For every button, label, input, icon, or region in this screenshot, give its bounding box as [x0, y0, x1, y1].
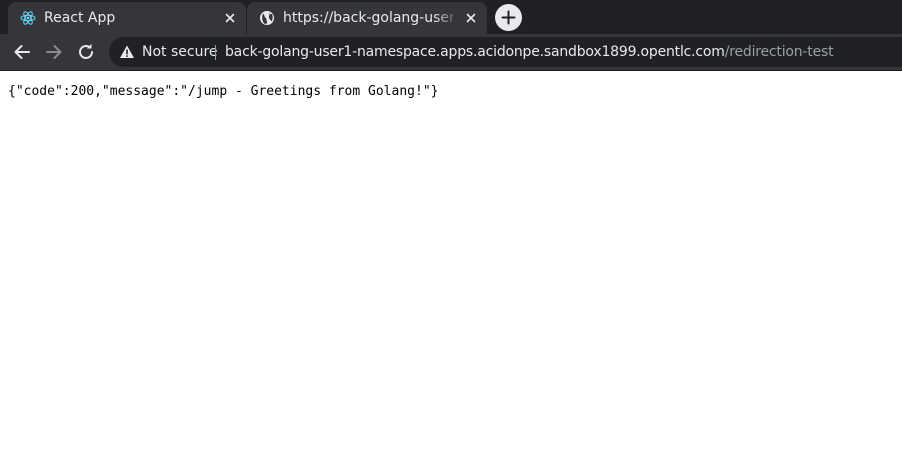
warning-icon[interactable] [119, 44, 135, 60]
new-tab-button[interactable] [495, 4, 522, 31]
reload-button[interactable] [74, 40, 98, 64]
browser-window: React App https://back-golang-user1-name… [0, 0, 902, 451]
forward-button[interactable] [42, 40, 66, 64]
react-logo-icon [20, 10, 36, 26]
tab-title: React App [44, 10, 116, 26]
page-content: {"code":200,"message":"/jump - Greetings… [0, 71, 902, 451]
plus-icon [501, 10, 516, 25]
arrow-left-icon [14, 45, 30, 59]
close-tab-icon[interactable] [222, 10, 238, 26]
tab-react-app[interactable]: React App [8, 2, 246, 34]
url-host: back-golang-user1-namespace.apps.acidonp… [225, 44, 725, 60]
json-response-text: {"code":200,"message":"/jump - Greetings… [8, 84, 439, 99]
tab-active-page[interactable]: https://back-golang-user1-namespace.apps… [247, 2, 487, 34]
back-button[interactable] [10, 40, 34, 64]
address-bar[interactable]: Not secure back-golang-user1-namespace.a… [109, 37, 902, 67]
divider [215, 45, 216, 60]
close-tab-icon[interactable] [463, 10, 479, 26]
globe-icon [259, 10, 275, 26]
url-text[interactable]: back-golang-user1-namespace.apps.acidonp… [225, 43, 834, 61]
url-path: /redirection-test [724, 44, 834, 60]
toolbar: Not secure back-golang-user1-namespace.a… [0, 34, 902, 71]
not-secure-label[interactable]: Not secure [142, 43, 218, 61]
tab-strip: React App https://back-golang-user1-name… [0, 0, 902, 34]
reload-icon [79, 43, 93, 59]
tab-title: https://back-golang-user1-namespace.apps… [283, 10, 453, 26]
arrow-right-icon [46, 45, 62, 59]
